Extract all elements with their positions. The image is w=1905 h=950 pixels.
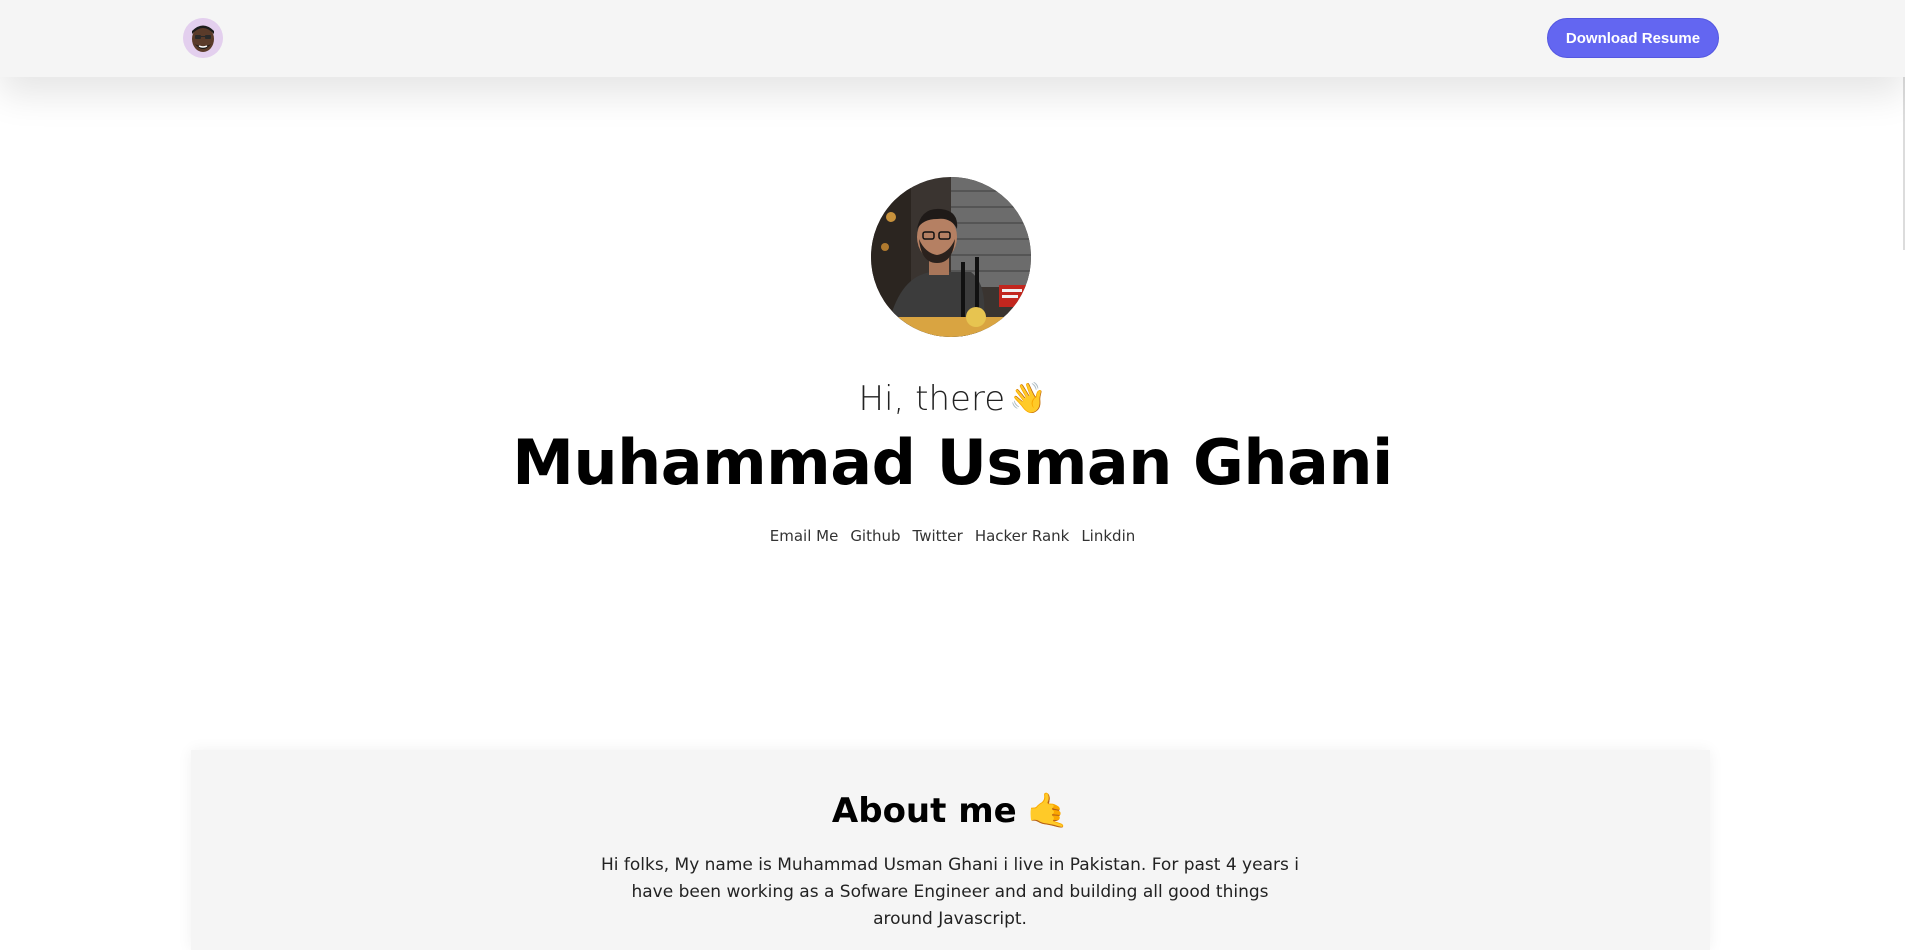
download-resume-button[interactable]: Download Resume — [1547, 18, 1719, 58]
greeting-text: Hi, there — [858, 379, 1006, 419]
email-link[interactable]: Email Me — [770, 527, 839, 545]
page-title: Muhammad Usman Ghani — [512, 426, 1393, 499]
call-me-hand-icon: 🤙 — [1026, 791, 1070, 831]
about-description: Hi folks, My name is Muhammad Usman Ghan… — [601, 855, 1299, 929]
waving-hand-icon: 👋 — [1009, 381, 1047, 416]
hero-section: Hi, there 👋 Muhammad Usman Ghani Email Me… — [0, 77, 1905, 750]
about-section: About me 🤙 Hi folks, My name is Muhammad … — [191, 750, 1710, 950]
avatar-image — [183, 18, 223, 58]
hackerrank-link[interactable]: Hacker Rank — [975, 527, 1070, 545]
twitter-link[interactable]: Twitter — [913, 527, 963, 545]
greeting: Hi, there 👋 — [0, 377, 1905, 421]
about-title: About me 🤙 — [191, 788, 1710, 834]
social-links: Email Me Github Twitter Hacker Rank Link… — [0, 527, 1905, 545]
navbar: Download Resume — [0, 0, 1905, 77]
github-link[interactable]: Github — [850, 527, 900, 545]
about-title-text: About me — [831, 791, 1017, 831]
profile-photo — [871, 177, 1031, 337]
linkedin-link[interactable]: Linkdin — [1081, 527, 1135, 545]
memoji-avatar-icon[interactable] — [183, 18, 223, 58]
